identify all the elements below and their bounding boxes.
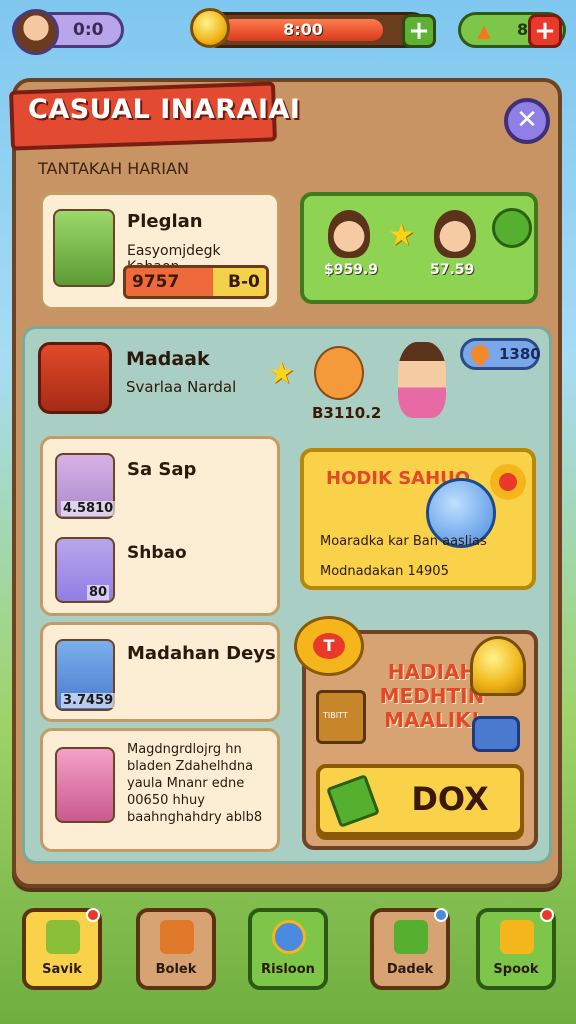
notification-dot xyxy=(540,908,554,922)
gem-value: 1380 xyxy=(499,345,541,363)
thumb-value: 3.7459 xyxy=(61,693,116,708)
panel-title: CASUAL INARAIAI xyxy=(28,94,301,125)
treasure-chest-icon: TIBITT xyxy=(316,690,366,744)
map-icon xyxy=(394,920,428,954)
close-button[interactable]: ✕ xyxy=(504,98,550,144)
task-title: Madahan Deys xyxy=(127,643,276,664)
task-card-long[interactable]: Magdngrdlojrg hn bladen Zdahelhdna yaula… xyxy=(40,728,280,852)
nav-label: Bolek xyxy=(155,962,197,977)
nav-button-spook[interactable]: Spook xyxy=(476,908,556,990)
friend-avatar-left xyxy=(328,210,370,258)
add-energy-button[interactable]: + xyxy=(402,14,436,48)
add-carrot-button[interactable]: + xyxy=(528,14,562,48)
top-bar: 0:0 8:00 + ▲ 8 + xyxy=(0,6,576,55)
star-icon: ★ xyxy=(388,218,415,253)
notification-dot xyxy=(86,908,100,922)
energy-value: 8:00 xyxy=(283,20,323,39)
nav-button-bolek[interactable]: Bolek xyxy=(136,908,216,990)
panel-subtitle: TANTAKAH HARIAN xyxy=(38,159,189,178)
shovel-icon xyxy=(46,920,80,954)
reward-badge: T xyxy=(294,616,364,676)
energy-pill: 8:00 xyxy=(200,12,430,48)
notification-dot xyxy=(434,908,448,922)
bottom-nav: Savik Bolek Risloon Dadek Spook xyxy=(0,900,576,1010)
nav-label: Spook xyxy=(493,962,539,977)
location-pin-icon xyxy=(467,341,493,367)
task-card-madahan[interactable]: 3.7459 Madahan Deys xyxy=(40,622,280,722)
nav-button-savik[interactable]: Savik xyxy=(22,908,102,990)
carrot-value: 8 xyxy=(517,20,529,39)
player-pill[interactable]: 0:0 xyxy=(12,9,124,55)
chest-label: TIBITT xyxy=(323,711,348,720)
carrot-icon: ▲ xyxy=(477,21,491,42)
friends-card[interactable]: ★ $959.9 57.59 xyxy=(300,192,538,304)
clock-icon xyxy=(272,920,306,954)
boy-character-icon xyxy=(398,342,446,418)
star-icon: ★ xyxy=(268,356,295,391)
nav-label: Risloon xyxy=(261,962,315,977)
friend-avatar-right xyxy=(434,210,476,258)
star-icon xyxy=(500,920,534,954)
friend-value-left: $959.9 xyxy=(324,262,379,278)
task-card-group: 4.5810 Sa Sap 80 Shbao xyxy=(40,436,280,616)
task-thumbnail xyxy=(53,209,115,287)
flower-icon xyxy=(490,464,526,500)
coin-icon xyxy=(190,8,230,48)
toy-car-icon xyxy=(472,716,520,752)
event-line-2: Modnadakan 14905 xyxy=(320,564,449,579)
section-title: Madaak xyxy=(126,348,210,370)
event-card[interactable]: HODIK SAHUO Moaradka kar Ban aaslias Mod… xyxy=(300,448,536,590)
fox-value: B3110.2 xyxy=(312,404,382,422)
leaf-icon xyxy=(492,208,532,248)
nav-button-risloon[interactable]: Risloon xyxy=(248,908,328,990)
task-card-pleglan[interactable]: Pleglan Easyomjdegk Kahaon 9757 B-0 xyxy=(40,192,280,310)
box-icon xyxy=(160,920,194,954)
task-progress-right: B-0 xyxy=(228,272,260,292)
nav-button-dadek[interactable]: Dadek xyxy=(370,908,450,990)
task-title-sasap[interactable]: Sa Sap xyxy=(127,459,196,480)
section-text: Svarlaa Nardal xyxy=(126,378,237,396)
task-progress-left: 9757 xyxy=(132,272,180,292)
friend-value-right: 57.59 xyxy=(430,262,475,278)
task-title-shbao[interactable]: Shbao xyxy=(127,543,187,563)
task-thumbnail-shbao[interactable]: 80 xyxy=(55,537,115,603)
trophy-icon xyxy=(470,636,526,696)
task-thumbnail-sasap[interactable]: 4.5810 xyxy=(55,453,116,519)
thumb-value: 80 xyxy=(87,585,110,600)
task-thumbnail: 3.7459 xyxy=(55,639,116,711)
task-progress-bar: 9757 B-0 xyxy=(123,265,269,299)
fox-character-icon xyxy=(314,346,364,400)
thumb-value: 4.5810 xyxy=(61,501,116,516)
claim-label: DOX xyxy=(411,780,489,818)
gem-pill[interactable]: 1380 xyxy=(460,338,541,370)
task-title: Pleglan xyxy=(127,211,203,232)
avatar[interactable] xyxy=(13,9,59,55)
event-line-1: Moaradka kar Ban aaslias xyxy=(320,534,487,549)
nav-label: Savik xyxy=(42,962,82,977)
task-thumbnail xyxy=(55,747,115,823)
arrow-icon xyxy=(326,774,380,828)
backpack-icon xyxy=(38,342,112,414)
claim-reward-button[interactable]: DOX xyxy=(316,764,524,836)
badge-icon: T xyxy=(313,633,345,659)
task-description: Magdngrdlojrg hn bladen Zdahelhdna yaula… xyxy=(127,742,263,825)
nav-label: Dadek xyxy=(386,962,434,977)
player-value: 0:0 xyxy=(73,20,104,40)
